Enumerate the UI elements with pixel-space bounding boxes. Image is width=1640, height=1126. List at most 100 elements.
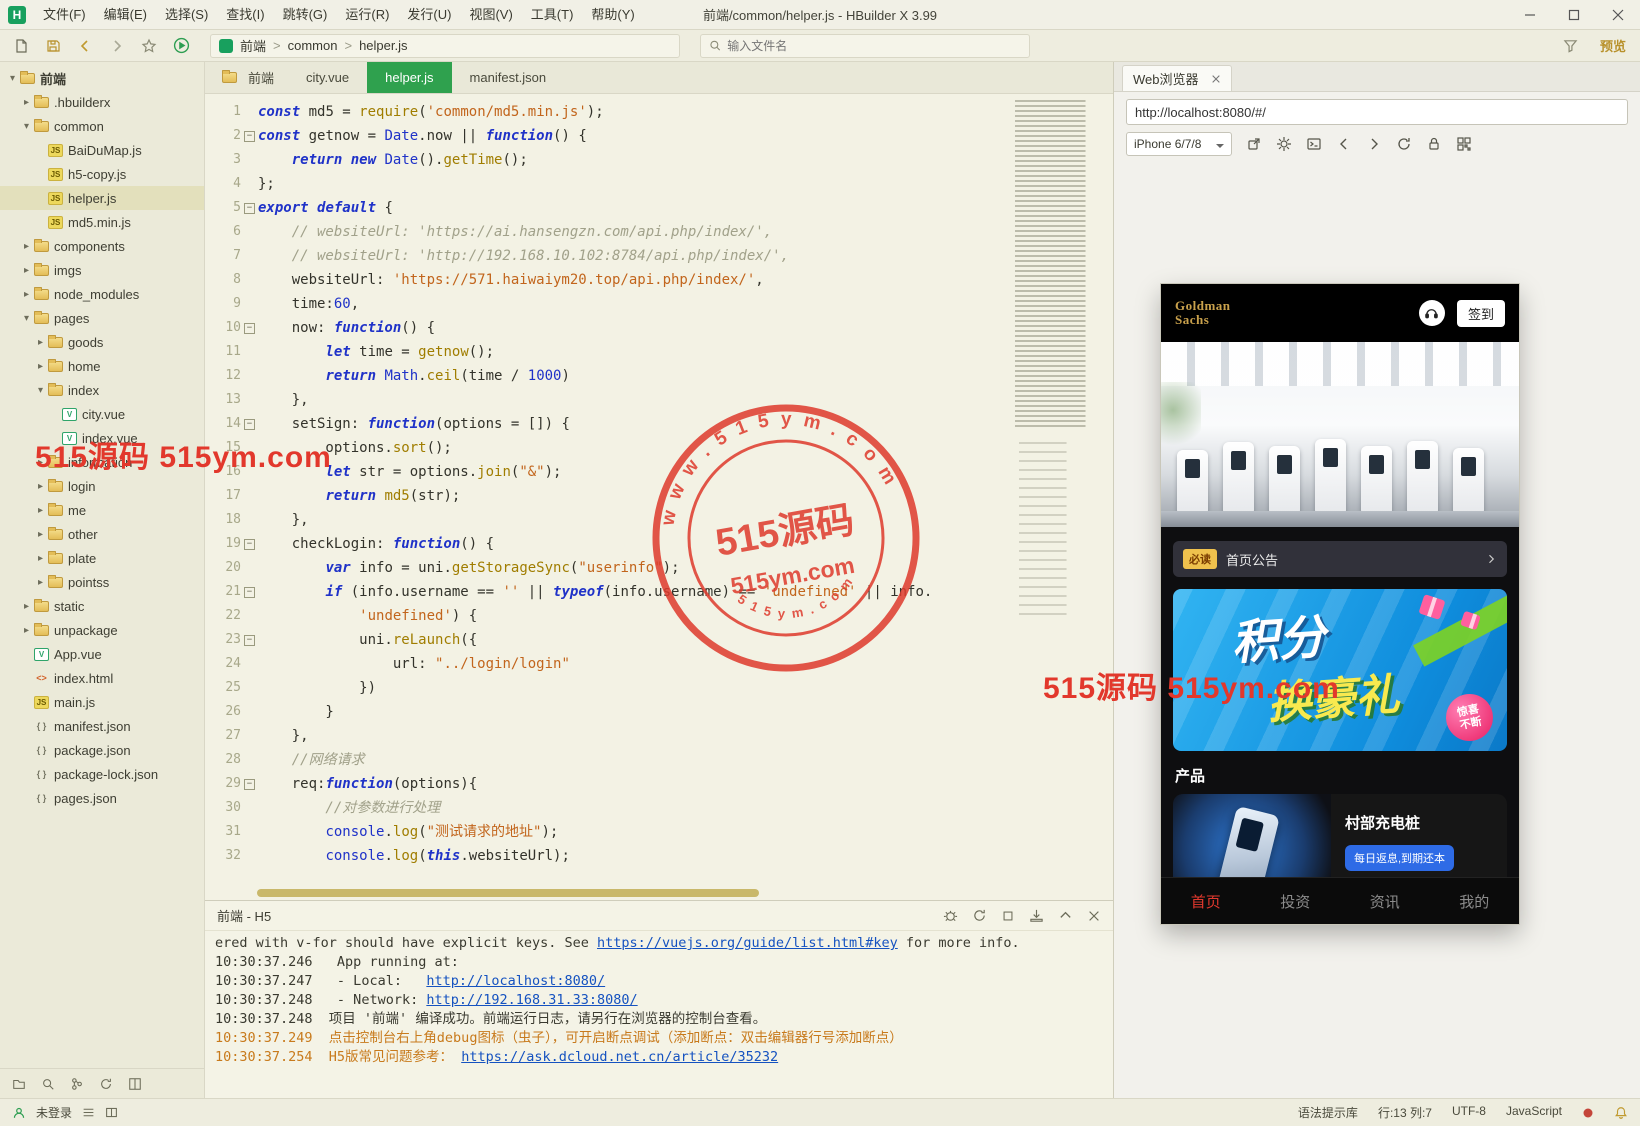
announcement-bar[interactable]: 必读 首页公告 — [1173, 541, 1507, 577]
console-link[interactable]: https://vuejs.org/guide/list.html#key — [597, 935, 898, 951]
tree-item-common[interactable]: ▾ common — [0, 114, 204, 138]
tree-item-unpackage[interactable]: ▸ unpackage — [0, 618, 204, 642]
new-file-button[interactable] — [8, 34, 34, 58]
service-icon[interactable] — [1418, 300, 1445, 326]
restart-icon[interactable] — [972, 908, 987, 923]
code-line[interactable]: 30 //对参数进行处理 — [205, 796, 1113, 820]
refresh-icon[interactable] — [1396, 136, 1412, 152]
tree-item-index[interactable]: ▾ index — [0, 378, 204, 402]
tree-item-main.js[interactable]: JS main.js — [0, 690, 204, 714]
tree-item-.hbuilderx[interactable]: ▸ .hbuilderx — [0, 90, 204, 114]
tree-item-me[interactable]: ▸ me — [0, 498, 204, 522]
tree-item-home[interactable]: ▸ home — [0, 354, 204, 378]
collapse-icon[interactable] — [1058, 908, 1073, 923]
console-link[interactable]: http://localhost:8080/ — [426, 973, 605, 989]
device-select[interactable]: iPhone 6/7/8 — [1126, 132, 1232, 156]
bug-icon[interactable] — [943, 908, 958, 923]
statusbar-item[interactable]: 语法提示库 — [1298, 1104, 1358, 1121]
tree-item-node_modules[interactable]: ▸ node_modules — [0, 282, 204, 306]
code-line[interactable]: 10 now: function() { — [205, 316, 1113, 340]
menubar-item[interactable]: 跳转(G) — [274, 0, 337, 30]
tree-item-helper.js[interactable]: JS helper.js — [0, 186, 204, 210]
statusbar-item[interactable]: 行:13 列:7 — [1378, 1104, 1432, 1121]
line-number[interactable]: 19 — [205, 532, 241, 556]
minimize-button[interactable] — [1508, 0, 1552, 30]
run-button[interactable] — [168, 34, 194, 58]
tree-item-App.vue[interactable]: V App.vue — [0, 642, 204, 666]
console-link[interactable]: https://ask.dcloud.net.cn/article/35232 — [461, 1049, 778, 1065]
menubar-item[interactable]: 选择(S) — [156, 0, 217, 30]
source-control-icon[interactable] — [70, 1077, 84, 1091]
code-line[interactable]: 27 }, — [205, 724, 1113, 748]
code-line[interactable]: 12 return Math.ceil(time / 1000) — [205, 364, 1113, 388]
menubar-item[interactable]: 运行(R) — [336, 0, 398, 30]
browser-tab[interactable]: Web浏览器 — [1122, 65, 1232, 91]
fold-icon[interactable] — [241, 532, 258, 556]
phone-nav-资讯[interactable]: 资讯 — [1340, 878, 1430, 924]
close-icon[interactable] — [1087, 909, 1101, 923]
line-number[interactable]: 23 — [205, 628, 241, 652]
tree-item-index.html[interactable]: <> index.html — [0, 666, 204, 690]
devtools-icon[interactable] — [1276, 136, 1292, 152]
menubar-item[interactable]: 文件(F) — [34, 0, 95, 30]
save-button[interactable] — [40, 34, 66, 58]
console-link[interactable]: http://192.168.31.33:8080/ — [426, 992, 637, 1008]
line-number[interactable]: 31 — [205, 820, 241, 844]
menubar-item[interactable]: 编辑(E) — [95, 0, 156, 30]
tree-item-other[interactable]: ▸ other — [0, 522, 204, 546]
editor-tab-city.vue[interactable]: city.vue — [288, 62, 367, 93]
line-number[interactable]: 25 — [205, 676, 241, 700]
phone-nav-首页[interactable]: 首页 — [1161, 878, 1251, 924]
signin-button[interactable]: 签到 — [1456, 299, 1505, 327]
bell-icon[interactable] — [1614, 1106, 1628, 1120]
qrcode-icon[interactable] — [1456, 136, 1472, 152]
tree-item-前端[interactable]: ▾ 前端 — [0, 66, 204, 90]
code-line[interactable]: 32 console.log(this.websiteUrl); — [205, 844, 1113, 868]
console-tab[interactable]: 前端 - H5 — [217, 906, 271, 925]
tree-item-goods[interactable]: ▸ goods — [0, 330, 204, 354]
minimap[interactable] — [1015, 100, 1097, 660]
split-view-icon[interactable] — [105, 1106, 118, 1119]
tree-item-pages[interactable]: ▾ pages — [0, 306, 204, 330]
tree-item-pointss[interactable]: ▸ pointss — [0, 570, 204, 594]
code-line[interactable]: 4}; — [205, 172, 1113, 196]
line-number[interactable]: 11 — [205, 340, 241, 364]
code-line[interactable]: 13 }, — [205, 388, 1113, 412]
code-line[interactable]: 1 const md5 = require('common/md5.min.js'… — [205, 100, 1113, 124]
code-line[interactable]: 25 }) — [205, 676, 1113, 700]
line-number[interactable]: 8 — [205, 268, 241, 292]
breadcrumb-item[interactable]: 前端 — [240, 36, 266, 55]
sync-icon[interactable] — [99, 1077, 113, 1091]
editor-tab-manifest.json[interactable]: manifest.json — [452, 62, 565, 93]
line-number[interactable]: 5 — [205, 196, 241, 220]
back-icon[interactable] — [1336, 136, 1352, 152]
line-number[interactable]: 32 — [205, 844, 241, 868]
line-number[interactable]: 28 — [205, 748, 241, 772]
line-number[interactable]: 9 — [205, 292, 241, 316]
fold-icon[interactable] — [241, 580, 258, 604]
code-line[interactable]: 2 const getnow = Date.now || function() { — [205, 124, 1113, 148]
line-number[interactable]: 22 — [205, 604, 241, 628]
statusbar-item[interactable]: JavaScript — [1506, 1104, 1562, 1121]
lock-icon[interactable] — [1426, 136, 1442, 152]
line-number[interactable]: 24 — [205, 652, 241, 676]
hero-image[interactable] — [1161, 342, 1519, 527]
tree-item-manifest.json[interactable]: { } manifest.json — [0, 714, 204, 738]
breadcrumb-item[interactable]: helper.js — [359, 38, 407, 53]
open-external-icon[interactable] — [1246, 136, 1262, 152]
forward-button[interactable] — [104, 34, 130, 58]
line-number[interactable]: 20 — [205, 556, 241, 580]
fold-icon[interactable] — [241, 628, 258, 652]
list-icon[interactable] — [82, 1106, 95, 1119]
line-number[interactable]: 1 — [205, 100, 241, 124]
editor-tab-helper.js[interactable]: helper.js — [367, 62, 452, 93]
code-line[interactable]: 5 export default { — [205, 196, 1113, 220]
line-number[interactable]: 7 — [205, 244, 241, 268]
line-number[interactable]: 4 — [205, 172, 241, 196]
fold-icon[interactable] — [241, 196, 258, 220]
layout-icon[interactable] — [128, 1077, 142, 1091]
record-icon[interactable] — [1582, 1107, 1594, 1119]
line-number[interactable]: 3 — [205, 148, 241, 172]
line-number[interactable]: 6 — [205, 220, 241, 244]
terminal-icon[interactable] — [1306, 136, 1322, 152]
